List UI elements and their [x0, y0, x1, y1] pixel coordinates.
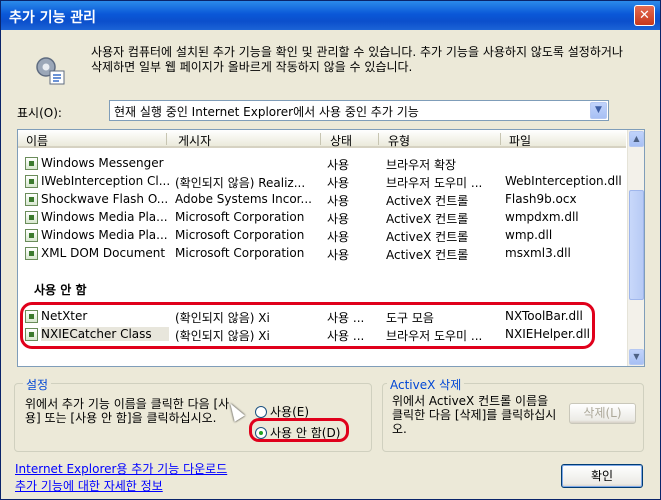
table-row[interactable]: Windows Media Pla... Microsoft Corporati…: [18, 227, 626, 244]
scroll-down-icon[interactable]: ▼: [629, 349, 644, 365]
window-title: 추가 기능 관리: [9, 10, 97, 26]
row-publisher: Microsoft Corporation: [175, 210, 305, 224]
row-status: 사용: [327, 212, 350, 226]
more-info-link[interactable]: 추가 기능에 대한 자세한 정보: [15, 477, 163, 494]
row-status: 사용: [327, 176, 350, 190]
addon-icon: [25, 247, 38, 260]
row-status: 사용: [327, 194, 350, 208]
disabled-group-header: 사용 안 함: [34, 283, 87, 297]
show-label: 표시(O):: [17, 106, 62, 120]
chevron-down-icon[interactable]: ▼: [590, 102, 607, 119]
show-selected-value: 현재 실행 중인 Internet Explorer에서 사용 중인 추가 기능: [114, 105, 419, 119]
scroll-thumb[interactable]: [629, 190, 644, 300]
settings-legend: 설정: [23, 376, 52, 393]
col-header-type[interactable]: 유형: [388, 132, 410, 149]
highlight-disabled-rows: [20, 302, 595, 349]
download-addons-link[interactable]: Internet Explorer용 추가 기능 다운로드: [15, 460, 227, 477]
col-header-publisher[interactable]: 게시자: [178, 132, 211, 149]
row-type: ActiveX 컨트롤: [386, 248, 469, 262]
row-name: Windows Media Pla...: [41, 210, 168, 224]
col-header-name[interactable]: 이름: [26, 132, 48, 149]
delete-button[interactable]: 삭제(L): [569, 403, 636, 424]
row-status: 사용: [327, 230, 350, 244]
close-button[interactable]: ✕: [634, 5, 655, 26]
row-type: 브라우저 도우미 ...: [386, 176, 483, 190]
row-name: XML DOM Document: [41, 246, 166, 260]
addon-icon: [25, 211, 38, 224]
vertical-scrollbar[interactable]: ▲ ▼: [627, 130, 644, 366]
row-type: ActiveX 컨트롤: [386, 230, 469, 244]
row-name: Windows Messenger: [41, 156, 164, 170]
addon-icon: [25, 193, 38, 206]
row-status: 사용: [327, 158, 350, 172]
row-status: 사용: [327, 248, 350, 262]
row-publisher: Microsoft Corporation: [175, 228, 305, 242]
intro-text: 사용자 컴퓨터에 설치된 추가 기능을 확인 및 관리할 수 있습니다. 추가 …: [91, 45, 623, 74]
col-header-file[interactable]: 파일: [509, 132, 531, 149]
addon-list[interactable]: 이름 게시자 상태 유형 파일 Windows Messenger 사용 브라우…: [17, 129, 645, 367]
highlight-disable-radio: [249, 418, 349, 442]
title-bar[interactable]: 추가 기능 관리 ✕: [1, 1, 660, 30]
row-file: msxml3.dll: [505, 246, 571, 260]
row-name: Windows Media Pla...: [41, 228, 168, 242]
row-file: wmp.dll: [505, 228, 553, 242]
row-file: WebInterception.dll: [505, 174, 622, 188]
addons-gear-icon: [36, 57, 65, 85]
table-row[interactable]: IWebInterception Cl... (확인되지 않음) Realiz.…: [18, 173, 626, 190]
show-dropdown[interactable]: 현재 실행 중인 Internet Explorer에서 사용 중인 추가 기능…: [109, 100, 609, 121]
settings-instructions: 위에서 추가 기능 이름을 클릭한 다음 [사용] 또는 [사용 안 함]을 클…: [25, 397, 230, 425]
addon-icon: [25, 229, 38, 242]
table-row[interactable]: Windows Messenger 사용 브라우저 확장: [18, 155, 626, 172]
table-row[interactable]: Shockwave Flash O... Adobe Systems Incor…: [18, 191, 626, 208]
row-file: wmpdxm.dll: [505, 210, 579, 224]
scroll-up-icon[interactable]: ▲: [629, 131, 644, 147]
row-name: Shockwave Flash O...: [41, 192, 169, 206]
col-header-status[interactable]: 상태: [330, 132, 352, 149]
addon-manager-window: 추가 기능 관리 ✕ 사용자 컴퓨터에 설치된 추가 기능을 확인 및 관리할 …: [0, 0, 661, 500]
row-publisher: (확인되지 않음) Realiz...: [175, 176, 306, 190]
addon-icon: [25, 157, 38, 170]
row-type: ActiveX 컨트롤: [386, 194, 469, 208]
table-row[interactable]: Windows Media Pla... Microsoft Corporati…: [18, 209, 626, 226]
activex-instructions: 위에서 ActiveX 컨트롤 이름을 클릭한 다음 [삭제]를 클릭하십시오.: [392, 394, 557, 436]
list-header: 이름 게시자 상태 유형 파일: [18, 130, 626, 148]
addon-icon: [25, 175, 38, 188]
row-name: IWebInterception Cl...: [41, 174, 169, 188]
ok-button[interactable]: 확인: [561, 464, 643, 488]
row-type: ActiveX 컨트롤: [386, 212, 469, 226]
radio-enable-label: 사용(E): [270, 405, 310, 419]
row-file: Flash9b.ocx: [505, 192, 577, 206]
radio-enable-dot[interactable]: [255, 406, 267, 418]
row-publisher: Microsoft Corporation: [175, 246, 305, 260]
row-type: 브라우저 확장: [386, 158, 457, 172]
row-publisher: Adobe Systems Incor...: [175, 192, 312, 206]
activex-legend: ActiveX 삭제: [387, 376, 465, 393]
table-row[interactable]: XML DOM Document Microsoft Corporation 사…: [18, 245, 626, 262]
